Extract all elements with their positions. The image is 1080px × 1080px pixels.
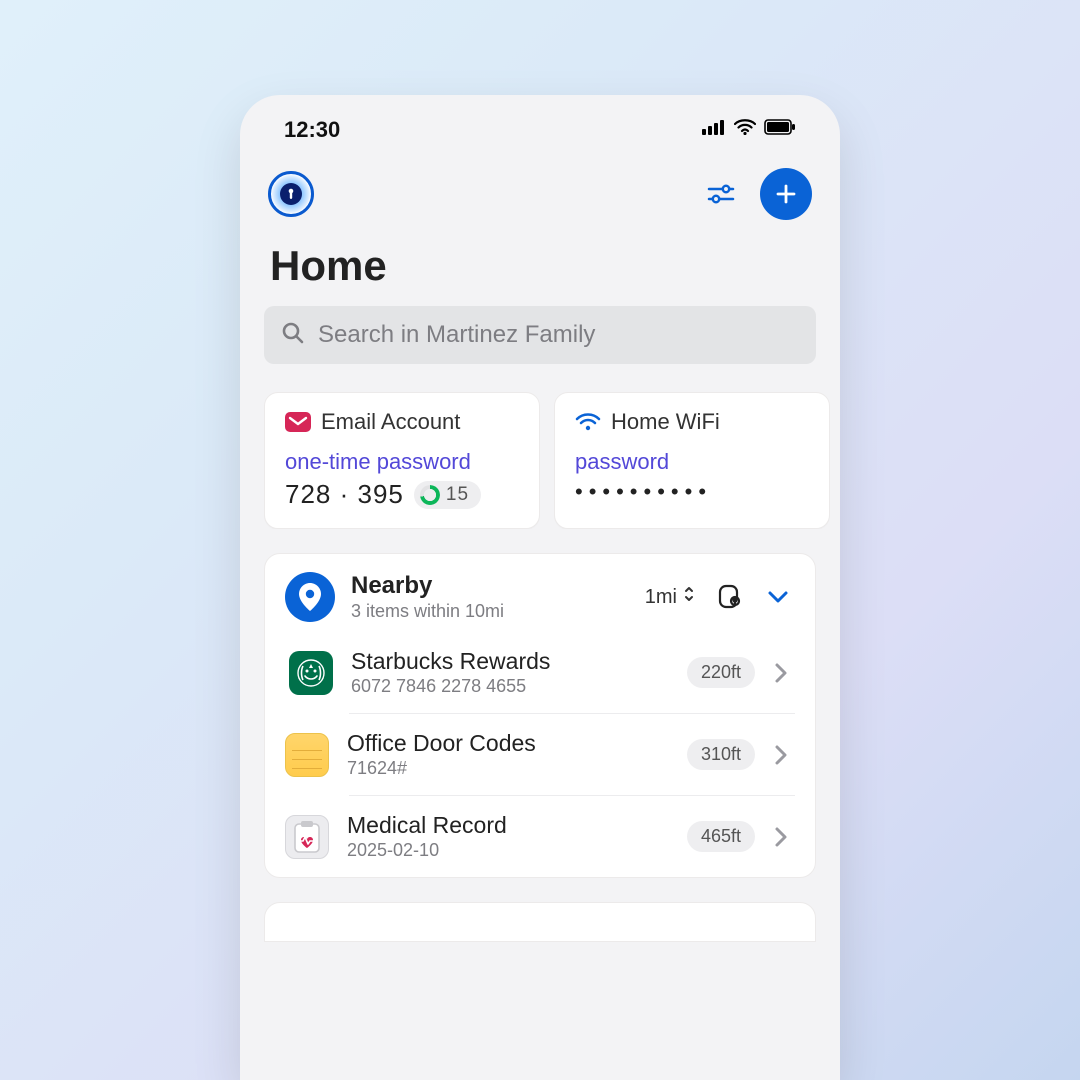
item-title: Starbucks Rewards (351, 648, 687, 675)
status-bar: 12:30 (240, 95, 840, 150)
card-value: 728 · 395 15 (285, 479, 519, 510)
current-location-button[interactable] (713, 580, 747, 614)
otp-timer-value: 15 (446, 484, 469, 506)
phone-frame: 12:30 Home (240, 95, 840, 1080)
distance-pill: 465ft (687, 821, 755, 852)
item-subtitle: 2025-02-10 (347, 840, 687, 861)
nearby-item[interactable]: Starbucks Rewards 6072 7846 2278 4655 22… (285, 632, 795, 713)
timer-ring-icon (420, 485, 440, 505)
starbucks-icon (289, 651, 333, 695)
distance-pill: 310ft (687, 739, 755, 770)
location-pin-icon (285, 572, 335, 622)
otp-value: 728 · 395 (285, 479, 404, 510)
nearby-item[interactable]: Medical Record 2025-02-10 465ft (349, 795, 795, 877)
next-section-peek[interactable] (264, 902, 816, 942)
item-subtitle: 6072 7846 2278 4655 (351, 676, 687, 697)
credential-cards-row[interactable]: Email Account one-time password 728 · 39… (240, 364, 840, 529)
credential-card-email[interactable]: Email Account one-time password 728 · 39… (264, 392, 540, 529)
card-title: Email Account (321, 409, 460, 435)
filter-settings-icon[interactable] (704, 177, 738, 211)
nearby-item[interactable]: Office Door Codes 71624# 310ft (349, 713, 795, 795)
nearby-title: Nearby (351, 572, 645, 600)
otp-timer-pill: 15 (414, 481, 481, 509)
card-value: •••••••••• (575, 479, 809, 505)
battery-icon (764, 119, 796, 140)
add-button[interactable] (760, 168, 812, 220)
item-title: Medical Record (347, 812, 687, 839)
app-logo-icon[interactable] (268, 171, 314, 217)
collapse-button[interactable] (761, 580, 795, 614)
nearby-section: Nearby 3 items within 10mi 1mi Starbuck (264, 553, 816, 878)
email-icon (285, 409, 311, 435)
chevron-right-icon (767, 741, 795, 769)
chevron-right-icon (767, 823, 795, 851)
wifi-card-icon (575, 409, 601, 435)
distance-value: 1mi (645, 586, 677, 609)
nearby-subtitle: 3 items within 10mi (351, 601, 645, 622)
card-title: Home WiFi (611, 409, 720, 435)
search-placeholder: Search in Martinez Family (318, 321, 595, 349)
page-title: Home (240, 226, 840, 306)
stepper-icon (683, 585, 695, 609)
card-field-label: one-time password (285, 449, 519, 475)
nearby-header: Nearby 3 items within 10mi 1mi (285, 572, 795, 622)
distance-selector[interactable]: 1mi (645, 585, 695, 609)
item-title: Office Door Codes (347, 730, 687, 757)
credential-card-wifi[interactable]: Home WiFi password •••••••••• (554, 392, 830, 529)
status-icons (702, 119, 796, 140)
chevron-right-icon (767, 659, 795, 687)
notes-icon (285, 733, 329, 777)
search-icon (282, 322, 304, 349)
card-field-label: password (575, 449, 809, 475)
item-subtitle: 71624# (347, 758, 687, 779)
app-bar (240, 150, 840, 226)
search-input[interactable]: Search in Martinez Family (264, 306, 816, 364)
status-time: 12:30 (284, 117, 340, 143)
distance-pill: 220ft (687, 657, 755, 688)
cellular-icon (702, 119, 726, 140)
medical-record-icon (285, 815, 329, 859)
wifi-icon (734, 119, 756, 140)
